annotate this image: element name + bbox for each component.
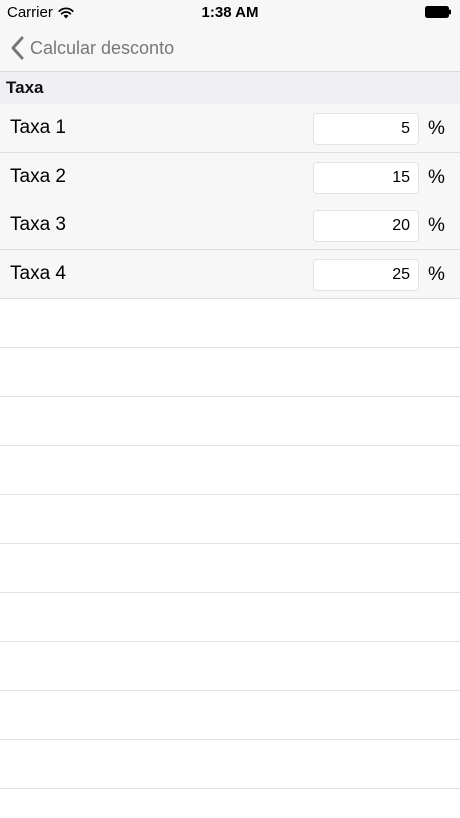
rate-label: Taxa 4 [10,263,66,284]
empty-table-row [0,740,460,789]
rate-input-4[interactable] [313,259,419,291]
section-title: Taxa [6,78,44,97]
rate-row-2: Taxa 2 % [0,153,460,202]
rate-row-4: Taxa 4 % [0,250,460,299]
percent-unit: % [428,264,445,285]
rate-label: Taxa 2 [10,166,66,187]
rate-row-3: Taxa 3 % [0,201,460,250]
back-button[interactable]: Calcular desconto [10,34,174,62]
back-button-label: Calcular desconto [30,37,175,58]
rate-input-1[interactable] [313,113,419,145]
empty-table-row [0,348,460,397]
empty-table-row [0,495,460,544]
percent-unit: % [428,167,445,188]
empty-table-row [0,642,460,691]
status-time: 1:38 AM [201,4,259,21]
empty-table-row [0,691,460,740]
section-header: Taxa [0,72,460,104]
empty-table-row [0,544,460,593]
empty-table-row [0,593,460,642]
rate-input-2[interactable] [313,162,419,194]
battery-icon [425,6,451,18]
percent-unit: % [428,215,445,236]
navigation-bar: Calcular desconto [0,24,460,72]
rate-label: Taxa 3 [10,214,66,235]
rate-input-3[interactable] [313,210,419,242]
status-bar: Carrier 1:38 AM [0,0,460,24]
empty-table-row [0,446,460,495]
rate-row-1: Taxa 1 % [0,104,460,153]
empty-table-row [0,299,460,348]
percent-unit: % [428,118,445,139]
empty-table-row [0,397,460,446]
rate-label: Taxa 1 [10,117,66,138]
chevron-left-icon [11,36,24,60]
